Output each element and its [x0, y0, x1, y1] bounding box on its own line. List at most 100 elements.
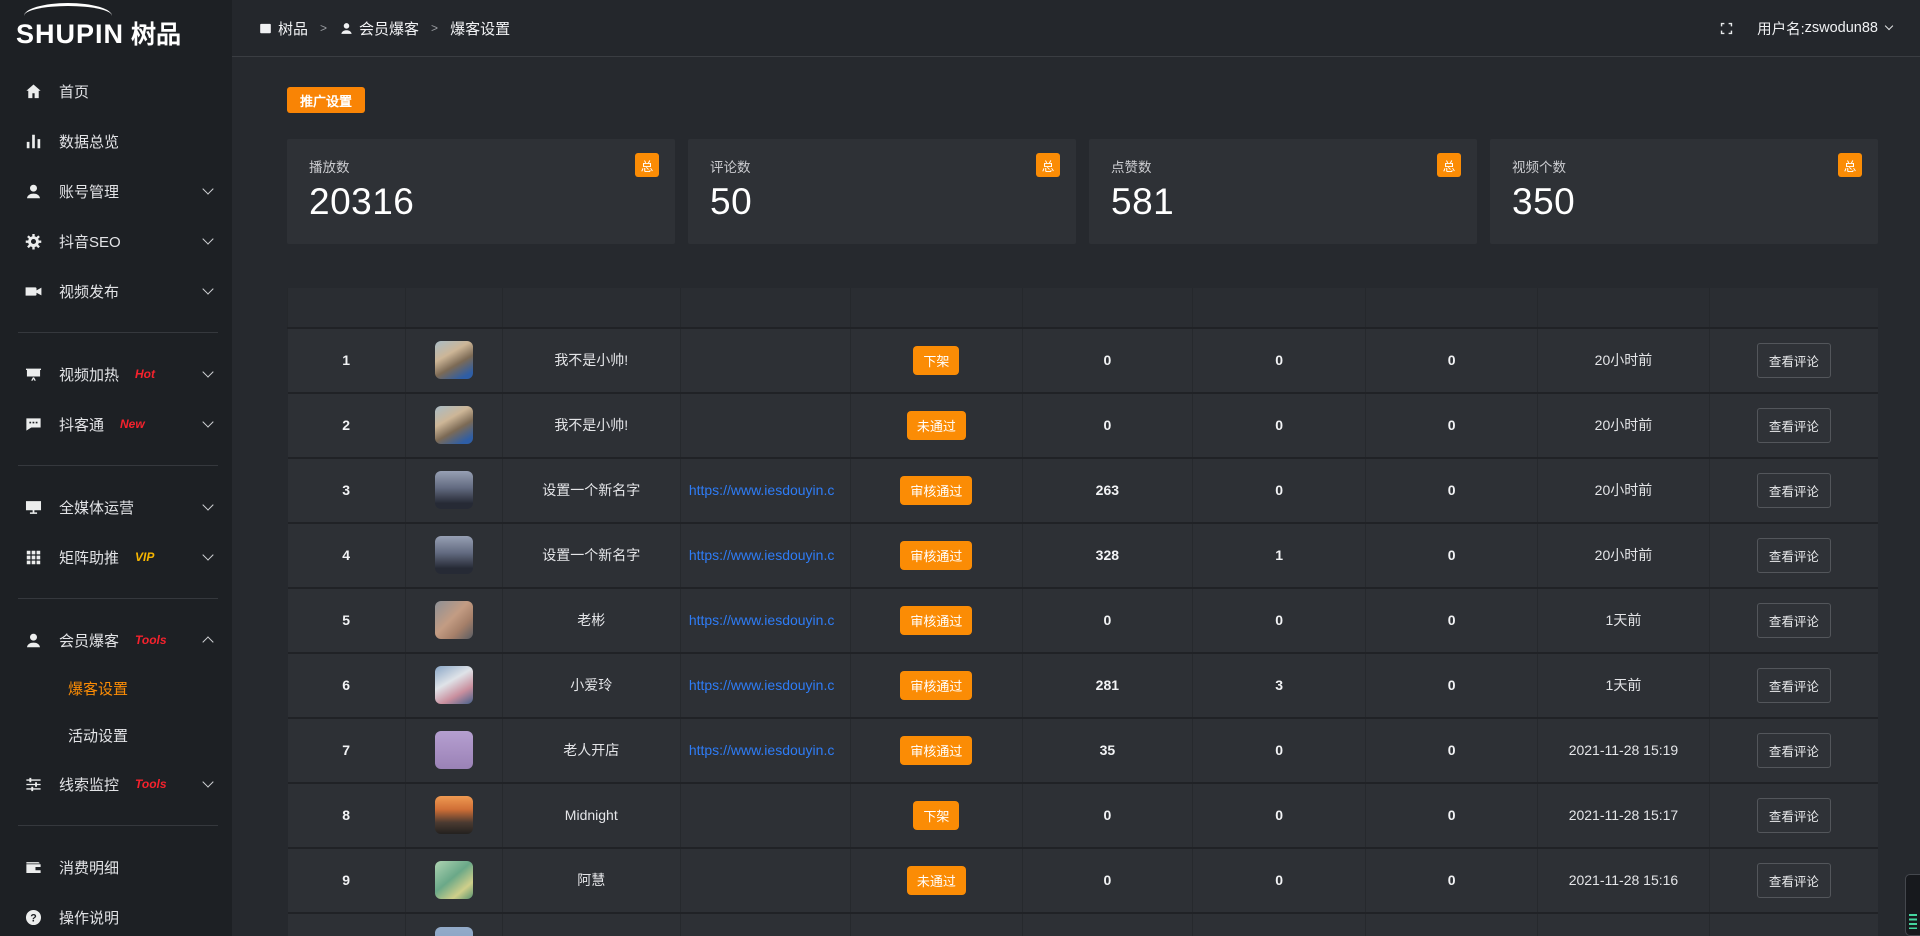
monitor-icon — [24, 497, 44, 517]
column-header — [1538, 288, 1710, 328]
status-cell: 下架 — [851, 783, 1023, 848]
chevron-icon — [202, 283, 213, 294]
board-icon — [24, 364, 44, 384]
view-comments-button[interactable]: 查看评论 — [1757, 343, 1831, 378]
sidebar-item[interactable]: 消费明细 — [0, 842, 232, 892]
sidebar-item[interactable]: 视频发布 — [0, 266, 232, 316]
fullscreen-icon[interactable] — [1718, 20, 1735, 37]
sidebar-menu: 首页 数据总览 账号管理 抖音SEO — [0, 52, 232, 936]
profile-link[interactable]: https://www.iesdouyin.c — [689, 742, 835, 758]
profile-link[interactable]: https://www.iesdouyin.c — [689, 677, 835, 693]
sidebar-item[interactable]: 全媒体运营 — [0, 482, 232, 532]
sidebar-item[interactable]: 账号管理 — [0, 166, 232, 216]
breadcrumb-label[interactable]: 会员爆客 — [359, 18, 419, 39]
breadcrumb: 树品 > 会员爆客 > 爆客设置 — [258, 18, 510, 39]
breadcrumb-item: 树品 > — [258, 18, 339, 39]
logo-arc-icon — [24, 3, 112, 29]
avatar — [435, 406, 473, 444]
floating-widget[interactable] — [1905, 874, 1920, 936]
row-number-cell: 4 — [288, 523, 406, 588]
table-row: 5 老彬 https://www.iesdouyin.c 审核通过 — [288, 588, 1879, 653]
avatar — [435, 471, 473, 509]
comments-cell: 0 — [1366, 848, 1538, 913]
sidebar-item[interactable]: ? 操作说明 — [0, 892, 232, 936]
sidebar-item[interactable]: 抖音SEO — [0, 216, 232, 266]
view-comments-button[interactable]: 查看评论 — [1757, 408, 1831, 443]
view-comments-button[interactable]: 查看评论 — [1757, 668, 1831, 703]
view-comments-button[interactable]: 查看评论 — [1757, 863, 1831, 898]
avatar — [435, 666, 473, 704]
breadcrumb-label[interactable]: 爆客设置 — [450, 18, 510, 39]
sidebar-item-label: 视频加热 — [59, 364, 119, 385]
comments-cell: 0 — [1366, 523, 1538, 588]
view-comments-button[interactable]: 查看评论 — [1757, 538, 1831, 573]
profile-link[interactable]: https://www.iesdouyin.c — [689, 612, 835, 628]
view-comments-button[interactable]: 查看评论 — [1757, 798, 1831, 833]
likes-cell: 0 — [1192, 588, 1365, 653]
view-comments-button[interactable]: 查看评论 — [1757, 733, 1831, 768]
avatar-cell — [405, 588, 502, 653]
action-cell: 查看评论 — [1709, 718, 1878, 783]
action-cell: 查看评论 — [1709, 393, 1878, 458]
chevron-icon — [202, 499, 213, 510]
sidebar-item-label: 全媒体运营 — [59, 497, 134, 518]
sidebar-item[interactable]: 活动设置 — [0, 712, 232, 759]
logo[interactable]: SHUPIN 树品 — [0, 0, 232, 52]
sidebar-item[interactable]: 数据总览 — [0, 116, 232, 166]
total-badge: 总 — [1437, 153, 1461, 177]
avatar-cell — [405, 653, 502, 718]
sidebar-item[interactable]: 会员爆客 Tools — [0, 615, 232, 665]
profile-link[interactable]: https://www.iesdouyin.c — [689, 482, 835, 498]
comments-cell: 0 — [1366, 393, 1538, 458]
status-cell: 下架 — [851, 328, 1023, 393]
sidebar-item[interactable]: 矩阵助推 VIP — [0, 532, 232, 582]
nickname-cell: 阿慧 — [502, 848, 680, 913]
avatar — [435, 861, 473, 899]
nickname-cell: 老人开店 — [502, 718, 680, 783]
link-cell — [680, 848, 850, 913]
stat-label: 点赞数 — [1111, 156, 1455, 176]
sidebar-item[interactable]: 首页 — [0, 66, 232, 116]
plays-cell: 0 — [1022, 393, 1192, 458]
user-menu[interactable]: 用户名: zswodun88 — [1757, 18, 1892, 39]
avatar — [435, 796, 473, 834]
sidebar-item[interactable]: 视频加热 Hot — [0, 349, 232, 399]
stat-card: 视频个数 350 总 — [1490, 139, 1878, 244]
likes-cell: 0 — [1192, 848, 1365, 913]
sidebar-item[interactable]: 爆客设置 — [0, 665, 232, 712]
stat-label: 视频个数 — [1512, 156, 1856, 176]
nickname-cell: Midnight — [502, 783, 680, 848]
avatar-cell — [405, 913, 502, 936]
breadcrumb-label[interactable]: 树品 — [278, 18, 308, 39]
stat-label: 播放数 — [309, 156, 653, 176]
sidebar-item-label: 账号管理 — [59, 181, 119, 202]
sidebar-item[interactable]: 线索监控 Tools — [0, 759, 232, 809]
row-number-cell: 7 — [288, 718, 406, 783]
profile-link[interactable]: https://www.iesdouyin.c — [689, 547, 835, 563]
nickname-cell: 我不是小帅! — [502, 393, 680, 458]
sidebar-item-label: 消费明细 — [59, 857, 119, 878]
nickname-cell: 设置一个新名字 — [502, 458, 680, 523]
username: zswodun88 — [1805, 20, 1878, 36]
promo-settings-button[interactable]: 推广设置 — [287, 87, 365, 113]
topbar: 树品 > 会员爆客 > 爆客设置 用户名: zswodun88 — [232, 0, 1920, 57]
publish-time-cell: 2021-11-28 15:19 — [1538, 718, 1710, 783]
view-comments-button[interactable]: 查看评论 — [1757, 603, 1831, 638]
grid-icon — [24, 547, 44, 567]
publish-time-cell: 1天前 — [1538, 653, 1710, 718]
status-badge: 未通过 — [907, 866, 966, 895]
stat-value: 581 — [1111, 181, 1455, 224]
publish-time-cell — [1538, 913, 1710, 936]
row-number-cell — [288, 913, 406, 936]
sidebar-item[interactable]: 抖客通 New — [0, 399, 232, 449]
comments-cell: 0 — [1366, 783, 1538, 848]
publish-time-cell: 2021-11-28 15:16 — [1538, 848, 1710, 913]
likes-cell: 0 — [1192, 783, 1365, 848]
action-cell: 查看评论 — [1709, 458, 1878, 523]
plays-cell: 0 — [1022, 848, 1192, 913]
stat-card: 播放数 20316 总 — [287, 139, 675, 244]
main-content: 推广设置 播放数 20316 总 评论数 50 总 点赞数 581 总 视频个数… — [232, 57, 1920, 936]
breadcrumb-item: 爆客设置 — [450, 18, 510, 39]
chevron-down-icon — [1885, 22, 1893, 30]
view-comments-button[interactable]: 查看评论 — [1757, 473, 1831, 508]
